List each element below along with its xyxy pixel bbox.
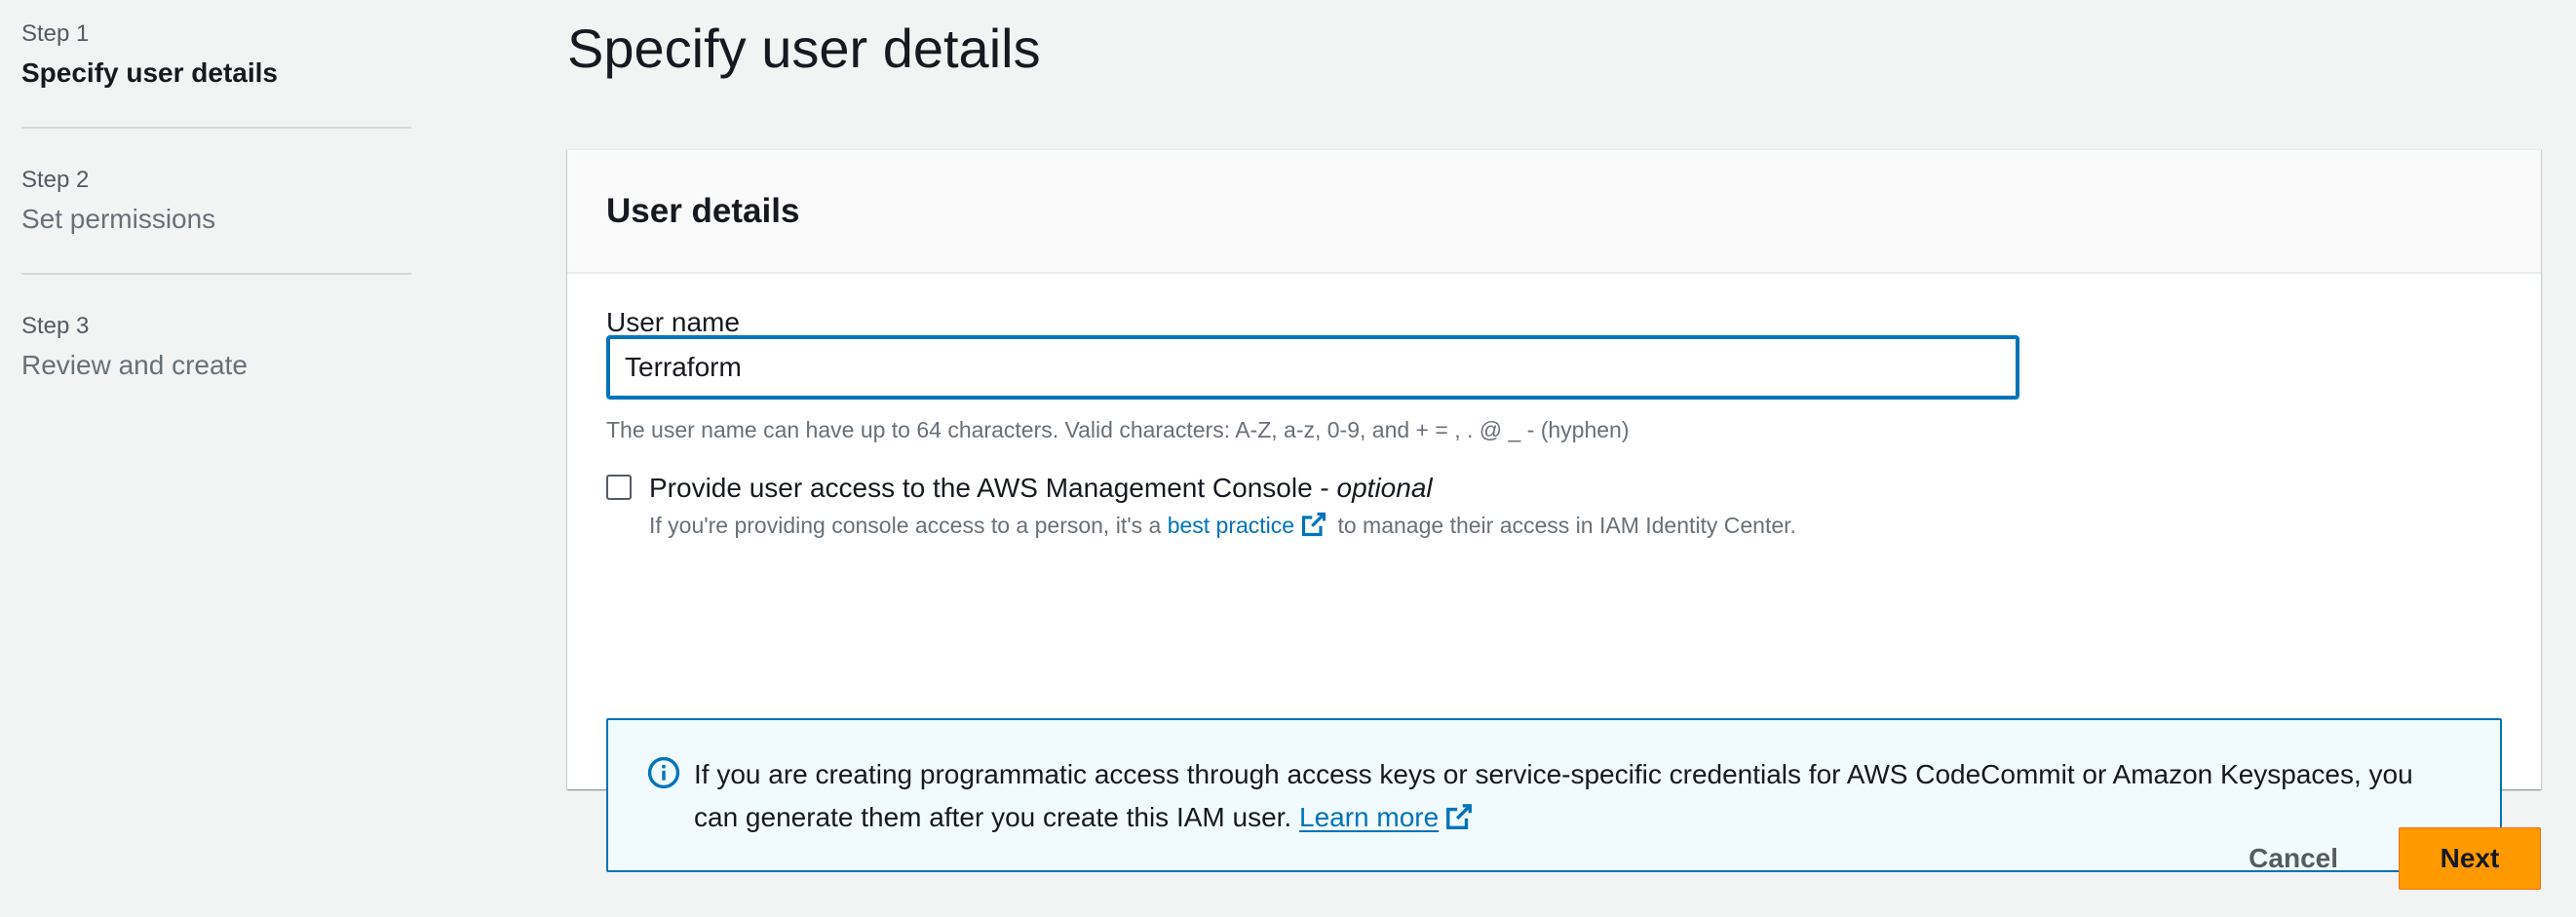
info-alert-message: If you are creating programmatic access … [694, 759, 2413, 832]
external-link-icon [1302, 512, 1326, 537]
username-label: User name [606, 307, 740, 337]
best-practice-link-text: best practice [1167, 513, 1295, 538]
step-3[interactable]: Step 3 Review and create [21, 306, 411, 421]
panel-header: User details [567, 150, 2541, 274]
console-access-checkbox[interactable] [606, 475, 632, 500]
learn-more-link[interactable]: Learn more [1299, 802, 1439, 832]
step-number: Step 1 [21, 20, 90, 47]
user-details-panel: User details User name The user name can… [567, 149, 2541, 872]
step-2[interactable]: Step 2 Set permissions [21, 160, 411, 275]
step-number: Step 3 [21, 313, 90, 339]
console-access-description: If you're providing console access to a … [649, 508, 1796, 543]
step-title: Specify user details [21, 57, 279, 88]
external-link-icon[interactable] [1444, 802, 1474, 831]
best-practice-link[interactable]: best practice [1167, 512, 1331, 538]
step-title: Review and create [21, 350, 248, 380]
console-access-label[interactable]: Provide user access to the AWS Managemen… [649, 471, 1796, 506]
console-access-option: Provide user access to the AWS Managemen… [606, 471, 1796, 543]
cancel-button[interactable]: Cancel [2215, 827, 2371, 890]
wizard-actions: Cancel Next [2215, 827, 2541, 890]
console-access-label-text: Provide user access to the AWS Managemen… [649, 473, 1337, 503]
step-1: Step 1 Specify user details [21, 14, 411, 129]
panel-heading: User details [606, 191, 800, 230]
step-number: Step 2 [21, 167, 90, 193]
info-alert-text: If you are creating programmatic access … [694, 753, 2461, 839]
username-input[interactable] [606, 335, 2019, 400]
next-button[interactable]: Next [2399, 827, 2541, 890]
username-constraint: The user name can have up to 64 characte… [606, 417, 1630, 442]
console-access-desc-after: to manage their access in IAM Identity C… [1331, 513, 1796, 538]
page-title: Specify user details [567, 18, 1041, 79]
step-title: Set permissions [21, 204, 216, 234]
wizard-steps: Step 1 Specify user details Step 2 Set p… [21, 14, 411, 421]
console-access-desc-before: If you're providing console access to a … [649, 513, 1168, 538]
info-icon [647, 756, 680, 789]
optional-tag: optional [1336, 473, 1433, 503]
console-access-text: Provide user access to the AWS Managemen… [649, 471, 1796, 543]
